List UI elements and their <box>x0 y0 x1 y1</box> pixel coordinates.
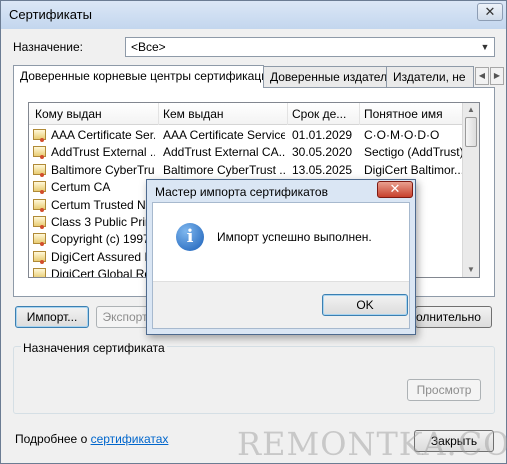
cell-issued-to: Copyright (c) 1997 ... <box>51 232 155 247</box>
window-title: Сертификаты <box>9 7 92 22</box>
cell-issued-by: AddTrust External CA... <box>163 145 285 160</box>
table-row[interactable]: Baltimore CyberTru... Baltimore CyberTrus… <box>29 161 465 178</box>
cell-friendly-name: C·O·M·O·D·O <box>364 128 440 142</box>
scroll-up-icon[interactable]: ▲ <box>463 103 479 117</box>
certificate-icon <box>33 250 46 264</box>
column-friendly-name[interactable]: Понятное имя <box>364 107 464 121</box>
view-button[interactable]: Просмотр <box>407 379 481 401</box>
column-expiration[interactable]: Срок де... <box>292 107 356 121</box>
advanced-button[interactable]: олнительно <box>415 306 492 328</box>
certificate-purposes-label: Назначения сертификата <box>21 341 167 355</box>
import-wizard-dialog: Мастер импорта сертификатов ✕ i Импорт у… <box>146 179 416 335</box>
column-issued-to[interactable]: Кому выдан <box>35 107 155 121</box>
certificate-icon <box>33 181 46 195</box>
certificate-icon <box>33 129 46 142</box>
cell-issued-to: DigiCert Global Roo... <box>51 267 155 278</box>
learn-more-text: Подробнее о <box>15 432 91 446</box>
table-row[interactable]: AddTrust External ... AddTrust External C… <box>29 143 465 160</box>
dialog-message: Импорт успешно выполнен. <box>217 230 372 244</box>
cell-issued-to: Certum CA <box>51 180 111 195</box>
certificate-icon <box>33 268 46 277</box>
chevron-down-icon: ▼ <box>480 42 490 52</box>
certificate-icon <box>33 233 46 247</box>
scroll-down-icon[interactable]: ▼ <box>463 263 479 277</box>
window-close-button[interactable]: ✕ <box>477 3 503 21</box>
column-divider[interactable] <box>287 103 288 125</box>
dialog-close-button[interactable]: ✕ <box>377 181 413 198</box>
tab-scroll-right-icon[interactable]: ▶ <box>490 67 504 85</box>
cell-expiration: 13.05.2025 <box>292 162 353 177</box>
list-header: Кому выдан Кем выдан Срок де... Понятное… <box>29 103 479 125</box>
certificate-icon <box>33 146 46 160</box>
table-row[interactable]: AAA Certificate Ser... AAA Certificate Se… <box>29 126 465 143</box>
info-icon: i <box>176 223 204 251</box>
column-divider[interactable] <box>359 103 360 125</box>
tab-strip: Доверенные корневые центры сертификации … <box>13 65 504 88</box>
cell-issued-to: Class 3 Public Prima... <box>51 214 155 229</box>
cell-issued-to: AAA Certificate Ser... <box>51 128 155 142</box>
cell-expiration: 01.01.2029 <box>292 128 353 142</box>
tab-trusted-root[interactable]: Доверенные корневые центры сертификации <box>13 65 264 88</box>
scrollbar-thumb[interactable] <box>465 117 477 147</box>
purpose-label: Назначение: <box>13 40 84 54</box>
dialog-body: i Импорт успешно выполнен. OK <box>152 202 410 329</box>
cell-issued-by: Baltimore CyberTrust ... <box>163 162 285 177</box>
purpose-dropdown[interactable]: <Все> ▼ <box>125 37 495 57</box>
certificate-icon <box>33 163 46 177</box>
dialog-footer: OK <box>153 281 409 328</box>
purpose-value: <Все> <box>131 40 166 54</box>
learn-more: Подробнее о сертификатах <box>15 432 168 446</box>
tab-trusted-publishers[interactable]: Доверенные издатели <box>263 66 387 87</box>
cell-expiration: 30.05.2020 <box>292 145 353 160</box>
tab-scroll-left-icon[interactable]: ◀ <box>475 67 489 85</box>
dialog-title: Мастер импорта сертификатов <box>155 185 328 199</box>
cell-friendly-name: DigiCert Baltimor... <box>364 162 464 177</box>
cell-issued-by: AAA Certificate Services <box>163 128 285 142</box>
certificates-window: Сертификаты ✕ Назначение: <Все> ▼ Довере… <box>0 0 507 464</box>
certificate-icon <box>33 198 46 212</box>
cell-issued-to: Certum Trusted Ne... <box>51 197 155 212</box>
cell-issued-to: DigiCert Assured ID... <box>51 249 155 264</box>
tab-untrusted-publishers[interactable]: Издатели, не <box>386 66 474 87</box>
import-button[interactable]: Импорт... <box>15 306 89 328</box>
cell-friendly-name: Sectigo (AddTrust) <box>364 145 464 160</box>
list-vertical-scrollbar[interactable]: ▲ ▼ <box>462 103 479 277</box>
title-bar[interactable]: Сертификаты ✕ <box>1 1 506 29</box>
column-issued-by[interactable]: Кем выдан <box>163 107 283 121</box>
watermark: REMONTKA.COM <box>237 425 507 463</box>
column-divider[interactable] <box>158 103 159 125</box>
certificates-link[interactable]: сертификатах <box>91 432 169 446</box>
cell-issued-to: AddTrust External ... <box>51 145 155 160</box>
cell-issued-to: Baltimore CyberTru... <box>51 162 155 177</box>
ok-button[interactable]: OK <box>322 294 408 316</box>
certificate-icon <box>33 215 46 229</box>
